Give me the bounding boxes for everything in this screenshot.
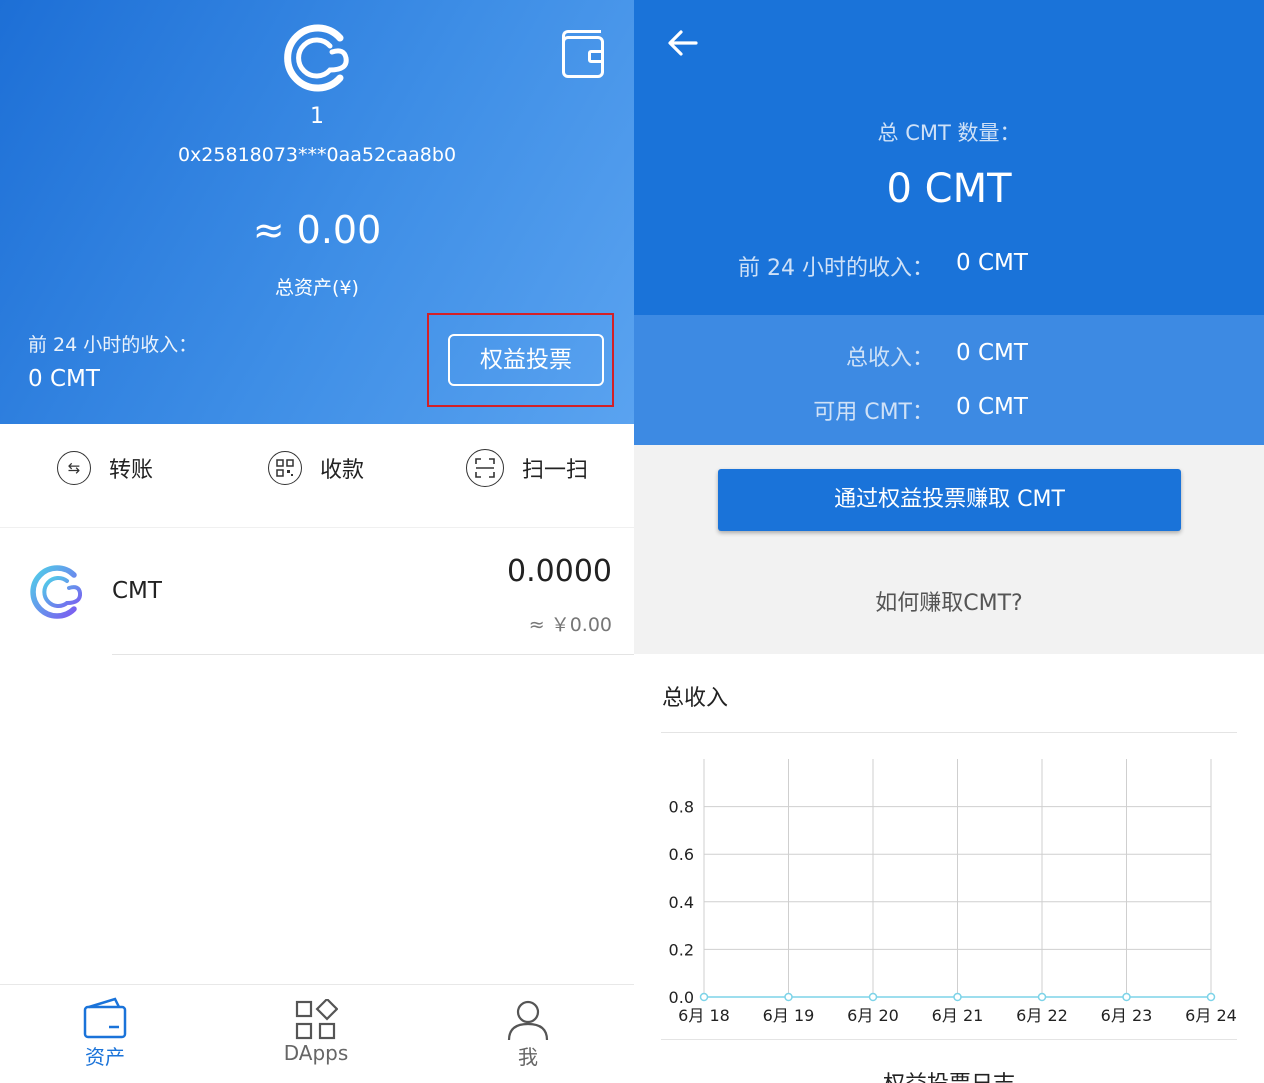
nav-assets[interactable]: 资产 xyxy=(54,985,156,1070)
highlight-box xyxy=(427,313,614,407)
y-tick-label: 0.6 xyxy=(669,845,694,864)
cmt-logo-icon xyxy=(284,24,349,92)
scan-icon xyxy=(466,449,504,487)
wallet-address[interactable]: 0x25818073***0aa52caa8b0 xyxy=(0,144,634,166)
divider xyxy=(661,1039,1237,1040)
nav-me-label: 我 xyxy=(518,1045,538,1069)
vote-log-title: 权益投票日志 xyxy=(634,1066,1264,1083)
income-24h-value: 0 CMT xyxy=(956,250,1028,276)
wallet-manage-icon[interactable] xyxy=(562,30,604,78)
data-point xyxy=(953,992,962,1002)
y-tick-label: 0.8 xyxy=(669,798,694,817)
available-cmt-value: 0 CMT xyxy=(956,394,1028,420)
receive-label: 收款 xyxy=(320,458,365,483)
data-point xyxy=(868,992,878,1002)
y-tick-label: 0.0 xyxy=(669,988,694,1007)
token-fiat-value: ≈ ￥0.00 xyxy=(528,614,612,636)
wallet-header: 1 0x25818073***0aa52caa8b0 ≈ 0.00 总资产(¥)… xyxy=(0,0,634,424)
person-icon xyxy=(507,1000,549,1041)
total-assets-value: ≈ 0.00 xyxy=(252,208,382,252)
vote-screen: 总 CMT 数量： 0 CMT 前 24 小时的收入： 0 CMT 总收入： 0… xyxy=(634,0,1264,1083)
transfer-icon: ⇆ xyxy=(57,451,91,485)
qr-code-icon xyxy=(268,451,302,485)
total-income-value: 0 CMT xyxy=(956,340,1028,366)
wallet-icon xyxy=(83,997,127,1039)
nav-me[interactable]: 我 xyxy=(478,985,578,1070)
data-point xyxy=(1037,992,1047,1002)
nav-assets-label: 资产 xyxy=(85,1045,125,1069)
receive-button[interactable]: 收款 xyxy=(268,446,364,490)
wallet-name: 1 xyxy=(310,104,324,129)
data-point xyxy=(1206,992,1216,1002)
x-tick-label: 6月 19 xyxy=(763,1006,815,1025)
earn-cmt-button[interactable]: 通过权益投票赚取 CMT xyxy=(718,469,1181,531)
divider xyxy=(112,654,634,655)
vote-summary: 总收入： 0 CMT 可用 CMT： 0 CMT xyxy=(634,315,1264,445)
vote-header: 总 CMT 数量： 0 CMT 前 24 小时的收入： 0 CMT xyxy=(634,0,1264,315)
data-point xyxy=(784,992,793,1002)
income-24h-label: 前 24 小时的收入： xyxy=(28,334,198,356)
nav-dapps-label: DApps xyxy=(283,1041,349,1065)
x-tick-label: 6月 20 xyxy=(847,1006,899,1025)
income-chart-card: 总收入 0.0 0.2 0.4 0.6 0.8 6月 18 6月 19 6月 20 6月 21 6… xyxy=(634,654,1264,1083)
token-name: CMT xyxy=(112,578,162,604)
nav-dapps[interactable]: DApps xyxy=(264,985,368,1065)
data-point xyxy=(1122,992,1131,1002)
x-tick-label: 6月 22 xyxy=(1016,1006,1068,1025)
income-24h-value: 0 CMT xyxy=(28,366,100,392)
cmt-token-icon xyxy=(30,565,83,619)
income-line-chart: 0.0 0.2 0.4 0.6 0.8 6月 18 6月 19 6月 20 6月 21 6月 22… xyxy=(669,759,1237,1025)
total-cmt-label: 总 CMT 数量： xyxy=(877,121,1021,145)
x-tick-label: 6月 24 xyxy=(1185,1006,1237,1025)
back-arrow-icon[interactable] xyxy=(666,28,700,58)
transfer-label: 转账 xyxy=(109,458,154,483)
how-to-earn-link[interactable]: 如何赚取CMT? xyxy=(634,585,1264,617)
wallet-screen: 1 0x25818073***0aa52caa8b0 ≈ 0.00 总资产(¥)… xyxy=(0,0,634,1083)
total-income-label: 总收入： xyxy=(845,346,934,371)
scan-label: 扫一扫 xyxy=(522,458,589,483)
token-amount: 0.0000 xyxy=(507,554,612,589)
bottom-nav: 资产 DApps 我 xyxy=(0,984,634,1083)
x-tick-label: 6月 23 xyxy=(1101,1006,1153,1025)
apps-icon xyxy=(295,999,338,1040)
scan-button[interactable]: 扫一扫 xyxy=(466,446,588,490)
total-cmt-value: 0 CMT xyxy=(886,166,1012,212)
x-tick-label: 6月 21 xyxy=(932,1006,984,1025)
y-tick-label: 0.4 xyxy=(669,893,694,912)
income-24h-label: 前 24 小时的收入： xyxy=(738,256,934,281)
y-tick-label: 0.2 xyxy=(669,940,694,959)
token-row-cmt[interactable]: CMT 0.0000 ≈ ￥0.00 xyxy=(0,528,634,654)
available-cmt-label: 可用 CMT： xyxy=(813,400,934,425)
transfer-button[interactable]: ⇆ 转账 xyxy=(57,446,153,490)
total-assets-label: 总资产(¥) xyxy=(275,277,359,299)
x-tick-label: 6月 18 xyxy=(678,1006,730,1025)
data-point xyxy=(699,992,709,1002)
